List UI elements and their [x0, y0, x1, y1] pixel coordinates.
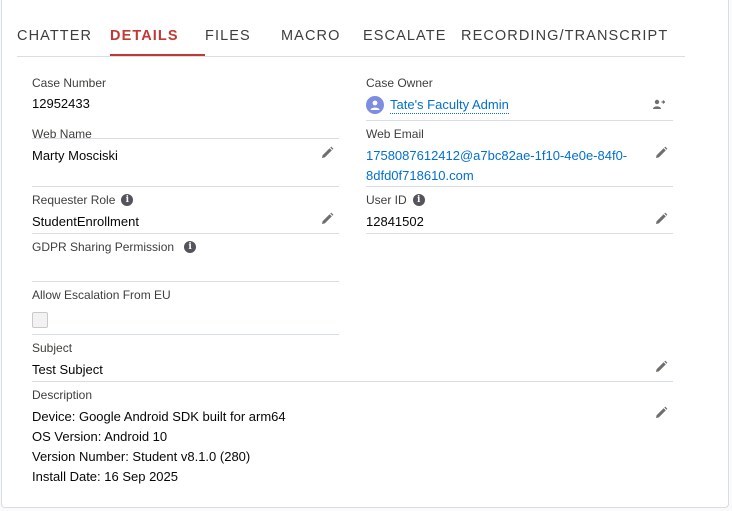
info-icon[interactable]: i: [184, 241, 197, 253]
edit-web-name-icon[interactable]: [320, 146, 334, 160]
tab-divider: [17, 56, 685, 57]
edit-web-email-icon[interactable]: [654, 146, 668, 160]
web-email-field: Web Email 1758087612412@a7bc82ae-1f10-4e…: [366, 126, 627, 186]
requester-role-label: Requester Role: [32, 193, 116, 207]
case-details-card: CHATTER DETAILS FILES MACRO ESCALATE REC…: [1, 0, 729, 508]
web-name-label: Web Name: [32, 127, 92, 141]
subject-label: Subject: [32, 341, 73, 355]
description-line: Install Date: 16 Sep 2025: [32, 469, 178, 484]
tab-files[interactable]: FILES: [205, 27, 281, 57]
info-icon[interactable]: i: [121, 194, 134, 206]
edit-requester-role-icon[interactable]: [320, 212, 334, 226]
case-number-field: Case Number 12952433: [32, 75, 106, 114]
edit-subject-icon[interactable]: [654, 360, 668, 374]
allow-escalation-label: Allow Escalation From EU: [32, 288, 171, 302]
description-label: Description: [32, 388, 93, 402]
case-number-value: 12952433: [32, 96, 90, 111]
divider: [32, 186, 339, 187]
divider: [32, 381, 673, 382]
tab-bar: CHATTER DETAILS FILES MACRO ESCALATE REC…: [17, 27, 668, 57]
divider: [32, 334, 339, 335]
web-email-label: Web Email: [366, 127, 424, 141]
user-id-label: User ID: [366, 193, 407, 207]
gdpr-label: GDPR Sharing Permission: [32, 240, 175, 254]
tab-recording-transcript[interactable]: RECORDING/TRANSCRIPT: [461, 27, 668, 57]
description-line: Device: Google Android SDK built for arm…: [32, 409, 286, 424]
case-owner-link[interactable]: Tate's Faculty Admin: [390, 97, 509, 114]
web-name-value: Marty Mosciski: [32, 148, 118, 163]
requester-role-field: Requester Role i StudentEnrollment: [32, 192, 139, 232]
description-field: Description Device: Google Android SDK b…: [32, 387, 286, 487]
subject-field: Subject Test Subject: [32, 340, 103, 380]
requester-role-value: StudentEnrollment: [32, 214, 139, 229]
divider: [366, 233, 673, 234]
divider: [366, 186, 673, 187]
user-id-value: 12841502: [366, 214, 424, 229]
gdpr-field: GDPR Sharing Permission i: [32, 239, 197, 259]
tab-details[interactable]: DETAILS: [110, 27, 205, 57]
web-email-value-line1[interactable]: 1758087612412@a7bc82ae-1f10-4e0e-84f0-: [366, 146, 627, 166]
web-email-value-line2[interactable]: 8dfd0f718610.com: [366, 166, 627, 186]
description-line: Version Number: Student v8.1.0 (280): [32, 449, 251, 464]
user-avatar-icon: [366, 96, 384, 114]
case-owner-field: Case Owner Tate's Faculty Admin: [366, 75, 509, 114]
divider: [32, 281, 339, 282]
allow-escalation-field: Allow Escalation From EU: [32, 287, 171, 328]
edit-description-icon[interactable]: [654, 406, 668, 420]
subject-value: Test Subject: [32, 362, 103, 377]
divider: [366, 120, 673, 121]
tab-chatter[interactable]: CHATTER: [17, 27, 110, 57]
info-icon[interactable]: i: [412, 194, 425, 206]
user-id-field: User ID i 12841502: [366, 192, 425, 232]
divider: [32, 233, 339, 234]
allow-escalation-checkbox[interactable]: [32, 312, 48, 328]
tab-macro[interactable]: MACRO: [281, 27, 363, 57]
edit-user-id-icon[interactable]: [654, 212, 668, 226]
description-line: OS Version: Android 10: [32, 429, 168, 444]
case-number-label: Case Number: [32, 76, 107, 90]
change-owner-icon[interactable]: [652, 98, 666, 112]
web-name-field: Web Name Marty Mosciski: [32, 126, 118, 166]
tab-escalate[interactable]: ESCALATE: [363, 27, 461, 57]
case-owner-label: Case Owner: [366, 76, 433, 90]
